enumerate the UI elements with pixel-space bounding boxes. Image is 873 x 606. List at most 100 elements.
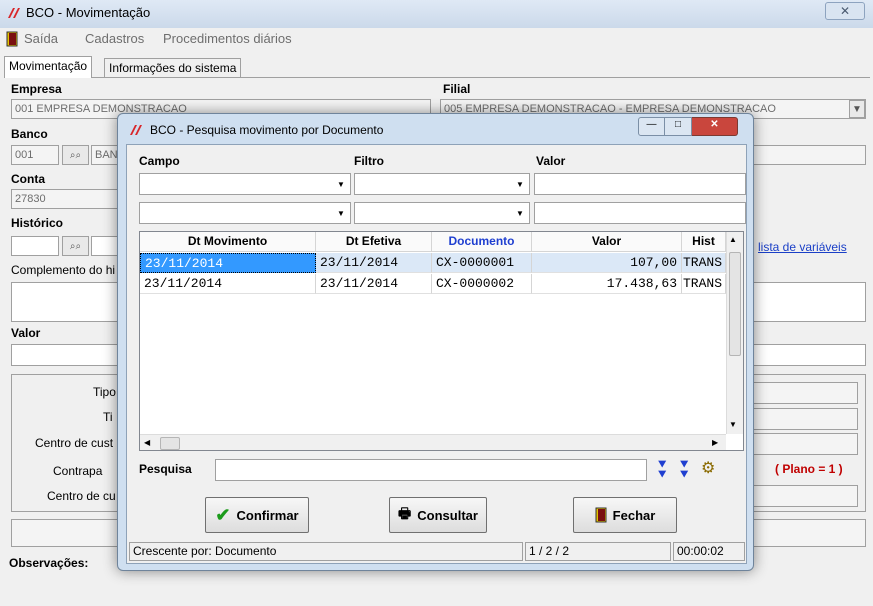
confirmar-button[interactable]: ✔ Confirmar — [205, 497, 309, 533]
lista-variaveis-link[interactable]: lista de variáveis — [758, 240, 847, 254]
scroll-left-icon: ◀ — [144, 438, 151, 447]
settings-button[interactable]: ⚙ — [701, 458, 715, 478]
tipo-field-right — [752, 382, 858, 404]
chevron-down-icon: ▼ — [337, 179, 345, 189]
chevron-down-bar-icon: ⯆ ⯆ — [679, 457, 690, 482]
plano-text: ( Plano = 1 ) — [775, 462, 843, 476]
cell-dt-movimento[interactable]: 23/11/2014 — [140, 253, 316, 273]
historico-label: Histórico — [11, 216, 64, 230]
chevron-down-icon: ▼ — [516, 208, 524, 218]
campo-select-2[interactable]: ▼ — [139, 202, 351, 224]
window-title: BCO - Movimentação — [26, 5, 151, 20]
scroll-down-icon: ▼ — [729, 420, 737, 429]
cell-documento[interactable]: CX-0000001 — [432, 253, 532, 273]
grid-vertical-scrollbar[interactable]: ▲ ▼ — [726, 232, 743, 434]
valor-filter-label: Valor — [536, 154, 566, 168]
cell-valor[interactable]: 17.438,63 — [532, 274, 682, 294]
valor-field[interactable] — [11, 344, 121, 366]
cell-dt-movimento[interactable]: 23/11/2014 — [140, 274, 316, 294]
dialog-close-button[interactable]: ✕ — [692, 117, 738, 136]
exit-door-icon — [6, 31, 18, 47]
col-documento[interactable]: Documento — [432, 232, 532, 251]
pesquisa-input[interactable] — [215, 459, 647, 481]
cell-hist[interactable]: TRANS — [682, 274, 726, 294]
complemento-field[interactable] — [11, 282, 121, 322]
gear-icon: ⚙ — [701, 460, 716, 477]
filial-dropdown-button[interactable]: ▼ — [849, 100, 865, 118]
tab-divider — [4, 77, 870, 78]
cell-dt-efetiva[interactable]: 23/11/2014 — [316, 253, 432, 273]
banco-search-button[interactable]: ⌕⌕ — [62, 145, 89, 165]
complemento-label: Complemento do hi — [11, 263, 116, 277]
chevron-down-icon: ▼ — [337, 208, 345, 218]
exit-door-icon — [595, 507, 607, 523]
col-dt-efetiva[interactable]: Dt Efetiva — [316, 232, 432, 251]
complemento-field-right — [752, 282, 866, 322]
col-hist[interactable]: Hist — [682, 232, 726, 251]
chevron-down-icon: ▼ — [852, 103, 862, 115]
centro-custo-label: Centro de cust — [35, 436, 114, 450]
ti-field-right — [752, 408, 858, 430]
observacoes-label: Observações: — [9, 556, 89, 570]
col-valor[interactable]: Valor — [532, 232, 682, 251]
cell-valor[interactable]: 107,00 — [532, 253, 682, 273]
binoculars-icon: ⌕⌕ — [69, 149, 82, 161]
consultar-button[interactable]: 🖶 Consultar — [389, 497, 487, 533]
status-order: Crescente por: Documento — [129, 542, 523, 561]
cell-hist[interactable]: TRANS — [682, 253, 726, 273]
tab-movimentacao[interactable]: Movimentação — [4, 56, 93, 78]
tab-informacoes-sistema[interactable]: Informações do sistema — [104, 58, 242, 78]
valor-input-2[interactable] — [534, 202, 746, 224]
valor-field-right — [752, 344, 866, 366]
menu-saida[interactable]: Saída — [24, 31, 58, 46]
table-row[interactable]: 23/11/2014 23/11/2014 CX-0000002 17.438,… — [140, 274, 726, 294]
dialog-maximize-button[interactable]: □ — [665, 117, 692, 136]
search-dialog: BCO - Pesquisa movimento por Documento —… — [117, 113, 754, 571]
table-row[interactable]: 23/11/2014 23/11/2014 CX-0000001 107,00 … — [140, 253, 726, 273]
filtro-label: Filtro — [354, 154, 384, 168]
check-icon: ✔ — [215, 504, 231, 525]
historico-search-button[interactable]: ⌕⌕ — [62, 236, 89, 256]
cell-dt-efetiva[interactable]: 23/11/2014 — [316, 274, 432, 294]
close-icon: ✕ — [710, 119, 719, 130]
window-close-button[interactable]: ✕ — [825, 2, 865, 20]
contrapartida-label: Contrapa — [53, 464, 103, 478]
app-logo-icon — [8, 8, 20, 18]
menu-procedimentos[interactable]: Procedimentos diários — [163, 31, 292, 46]
campo-select-1[interactable]: ▼ — [139, 173, 351, 195]
binoculars-icon: ⌕⌕ — [69, 240, 82, 252]
chevron-down-icon: ▼ — [516, 179, 524, 189]
empresa-label: Empresa — [11, 82, 62, 96]
scroll-up-icon: ▲ — [729, 235, 737, 244]
banco-extra-field — [752, 145, 866, 165]
conta-label: Conta — [11, 172, 45, 186]
historico-code-field[interactable] — [11, 236, 59, 256]
tipo-label: Tipo — [93, 385, 116, 399]
banco-code-field[interactable]: 001 — [11, 145, 59, 165]
status-time: 00:00:02 — [673, 542, 745, 561]
horizontal-scroll-thumb[interactable] — [160, 437, 180, 450]
fechar-button[interactable]: Fechar — [573, 497, 677, 533]
search-next-button[interactable]: ⯆ ⯆ — [657, 457, 668, 482]
menu-cadastros[interactable]: Cadastros — [85, 31, 144, 46]
valor-input-1[interactable] — [534, 173, 746, 195]
dialog-minimize-button[interactable]: — — [638, 117, 665, 136]
col-dt-movimento[interactable]: Dt Movimento — [140, 232, 316, 251]
print-preview-icon: 🖶 — [398, 505, 412, 521]
maximize-icon: □ — [674, 119, 682, 130]
confirmar-label: Confirmar — [236, 507, 299, 523]
filtro-select-2[interactable]: ▼ — [354, 202, 530, 224]
menu-bar: Saída Cadastros Procedimentos diários — [0, 28, 873, 50]
double-chevron-down-icon: ⯆ ⯆ — [657, 457, 668, 482]
banco-label: Banco — [11, 127, 48, 141]
search-last-button[interactable]: ⯆ ⯆ — [679, 457, 690, 482]
cell-documento[interactable]: CX-0000002 — [432, 274, 532, 294]
dialog-title: BCO - Pesquisa movimento por Documento — [150, 123, 384, 137]
filial-label: Filial — [443, 82, 471, 96]
conta-field[interactable]: 27830 — [11, 189, 121, 209]
window-title-bar: BCO - Movimentação ✕ — [0, 0, 873, 28]
filtro-select-1[interactable]: ▼ — [354, 173, 530, 195]
campo-label: Campo — [139, 154, 180, 168]
vertical-scroll-thumb[interactable] — [729, 252, 741, 356]
grid-horizontal-scrollbar[interactable]: ◀ ▶ — [140, 434, 726, 450]
